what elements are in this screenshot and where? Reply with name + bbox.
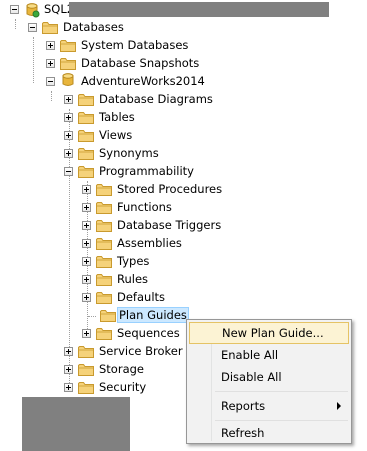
expand-toggle[interactable] [82, 329, 91, 338]
expand-toggle[interactable] [64, 131, 73, 140]
folder-icon [96, 183, 112, 196]
expand-toggle[interactable] [82, 275, 91, 284]
tree-item-rules[interactable]: Rules [115, 271, 150, 287]
menu-item-new-plan-guide[interactable]: New Plan Guide... [189, 322, 349, 344]
menu-item-label: New Plan Guide... [222, 326, 324, 340]
folder-icon [96, 201, 112, 214]
submenu-arrow-icon [337, 402, 341, 410]
menu-separator [215, 420, 348, 421]
menu-item-refresh[interactable]: Refresh [189, 422, 349, 444]
tree-item-functions[interactable]: Functions [115, 199, 174, 215]
tree-item-sequences[interactable]: Sequences [115, 325, 182, 341]
collapse-toggle[interactable] [28, 23, 37, 32]
tree-item-security[interactable]: Security [97, 379, 148, 395]
expand-toggle[interactable] [82, 221, 91, 230]
expand-toggle[interactable] [64, 347, 73, 356]
menu-item-label: Disable All [221, 370, 282, 384]
tree-item-stored-procedures[interactable]: Stored Procedures [115, 181, 224, 197]
folder-icon [96, 273, 112, 286]
expand-toggle[interactable] [82, 257, 91, 266]
folder-icon [42, 21, 58, 34]
folder-icon [96, 237, 112, 250]
server-icon [26, 3, 40, 18]
tree-item-tables[interactable]: Tables [97, 109, 137, 125]
folder-icon [78, 345, 94, 358]
redacted-block [22, 397, 130, 451]
expand-toggle[interactable] [46, 59, 55, 68]
folder-icon [96, 327, 112, 340]
folder-icon [60, 57, 76, 70]
expand-toggle[interactable] [64, 149, 73, 158]
collapse-toggle[interactable] [10, 5, 19, 14]
redacted-block [69, 2, 329, 17]
menu-item-label: Reports [221, 399, 266, 413]
expand-toggle[interactable] [82, 293, 91, 302]
expand-toggle[interactable] [64, 383, 73, 392]
tree-item-service-broker[interactable]: Service Broker [97, 343, 185, 359]
folder-icon [78, 165, 94, 178]
tree-connector [15, 19, 16, 29]
tree-item-synonyms[interactable]: Synonyms [97, 145, 161, 161]
folder-icon [78, 381, 94, 394]
folder-icon [96, 255, 112, 268]
expand-toggle[interactable] [64, 113, 73, 122]
database-icon [62, 73, 74, 87]
collapse-toggle[interactable] [46, 77, 55, 86]
tree-item-databases[interactable]: Databases [61, 19, 126, 35]
expand-toggle[interactable] [64, 95, 73, 104]
expand-toggle[interactable] [64, 365, 73, 374]
folder-icon [96, 219, 112, 232]
menu-item-label: Enable All [221, 348, 279, 362]
tree-item-database-triggers[interactable]: Database Triggers [115, 217, 223, 233]
folder-icon [78, 363, 94, 376]
folder-icon [100, 309, 116, 322]
tree-connector [51, 91, 52, 101]
folder-icon [96, 291, 112, 304]
tree-item-database-diagrams[interactable]: Database Diagrams [97, 91, 215, 107]
folder-icon [78, 93, 94, 106]
tree-connector [88, 316, 96, 317]
expand-toggle[interactable] [82, 203, 91, 212]
menu-item-enable-all[interactable]: Enable All [189, 344, 349, 366]
folder-icon [60, 39, 76, 52]
tree-item-types[interactable]: Types [115, 253, 151, 269]
tree-connector [33, 37, 34, 83]
expand-toggle[interactable] [82, 239, 91, 248]
tree-item-views[interactable]: Views [97, 127, 134, 143]
tree-item-storage[interactable]: Storage [97, 361, 146, 377]
menu-item-label: Refresh [221, 426, 265, 440]
tree-item-assemblies[interactable]: Assemblies [115, 235, 184, 251]
menu-item-disable-all[interactable]: Disable All [189, 366, 349, 388]
context-menu: New Plan Guide... Enable All Disable All… [186, 319, 352, 444]
menu-item-reports[interactable]: Reports [189, 395, 349, 417]
tree-item-system-databases[interactable]: System Databases [79, 37, 190, 53]
tree-item-programmability[interactable]: Programmability [97, 163, 196, 179]
folder-icon [78, 111, 94, 124]
expand-toggle[interactable] [82, 185, 91, 194]
tree-item-database-snapshots[interactable]: Database Snapshots [79, 55, 201, 71]
expand-toggle[interactable] [46, 41, 55, 50]
folder-icon [78, 129, 94, 142]
tree-item-defaults[interactable]: Defaults [115, 289, 167, 305]
tree-item-plan-guides[interactable]: Plan Guides [117, 307, 189, 323]
menu-separator [215, 391, 348, 392]
collapse-toggle[interactable] [64, 167, 73, 176]
folder-icon [78, 147, 94, 160]
tree-item-adventureworks2014[interactable]: AdventureWorks2014 [79, 73, 207, 89]
